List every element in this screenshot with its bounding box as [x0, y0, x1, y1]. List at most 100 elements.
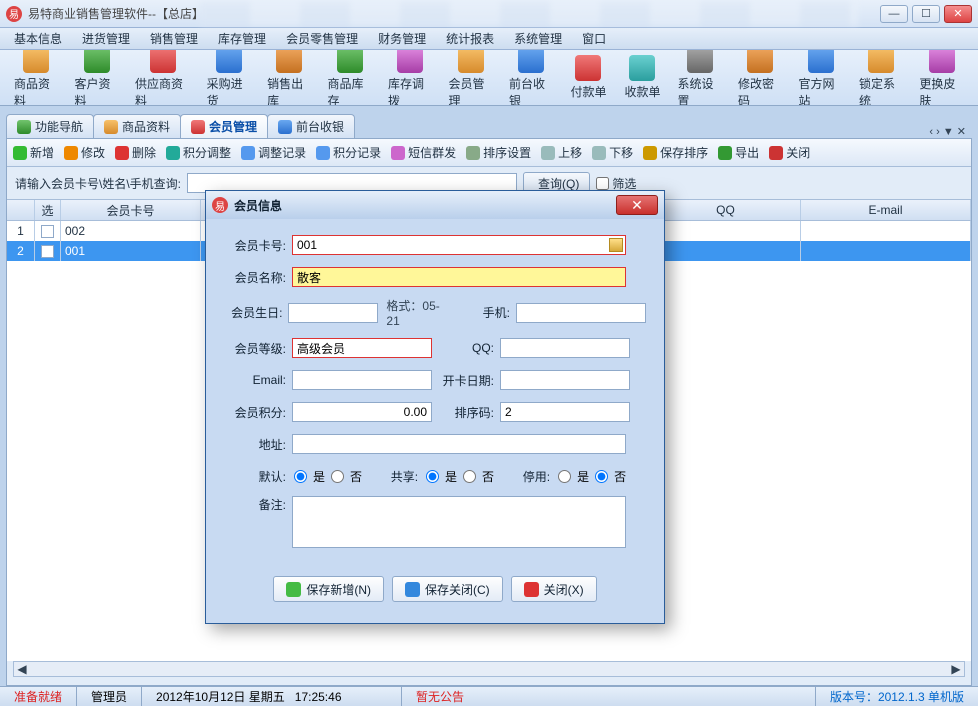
toolbar-button[interactable]: 付款单 [561, 53, 615, 102]
menu-item[interactable]: 进货管理 [72, 30, 140, 47]
row-checkbox-cell[interactable] [35, 241, 61, 261]
toolbar-icon [397, 50, 423, 73]
row-checkbox[interactable] [41, 245, 54, 258]
level-input[interactable] [292, 338, 432, 358]
toolbar-label: 商品资料 [14, 75, 58, 107]
close-button[interactable]: ✕ [944, 5, 972, 23]
name-label: 会员名称: [224, 269, 286, 286]
action-button[interactable]: 关闭 [769, 144, 810, 161]
close-dialog-button[interactable]: 关闭(X) [511, 576, 597, 602]
toolbar-button[interactable]: 会员管理 [441, 50, 501, 106]
birth-hint: 格式：05-21 [386, 297, 449, 328]
action-button[interactable]: 新增 [13, 144, 54, 161]
toolbar-icon [808, 50, 834, 73]
addr-input[interactable] [292, 434, 626, 454]
action-label: 积分记录 [333, 144, 381, 161]
disable-label: 停用: [494, 468, 550, 485]
toolbar-button[interactable]: 销售出库 [259, 50, 319, 106]
toolbar-button[interactable]: 更换皮肤 [911, 50, 971, 106]
menu-item[interactable]: 财务管理 [368, 30, 436, 47]
action-button[interactable]: 导出 [718, 144, 759, 161]
share-label: 共享: [362, 468, 418, 485]
card-input[interactable] [292, 235, 626, 255]
tab-nav-buttons[interactable]: ‹ › ▼ ✕ [923, 125, 972, 138]
name-input[interactable] [292, 267, 626, 287]
email-input[interactable] [292, 370, 432, 390]
default-no-radio[interactable] [331, 470, 344, 483]
action-button[interactable]: 修改 [64, 144, 105, 161]
menu-item[interactable]: 基本信息 [4, 30, 72, 47]
action-button[interactable]: 保存排序 [643, 144, 708, 161]
menu-item[interactable]: 销售管理 [140, 30, 208, 47]
toolbar-button[interactable]: 客户资料 [66, 50, 126, 106]
menu-item[interactable]: 会员零售管理 [276, 30, 368, 47]
action-button[interactable]: 积分记录 [316, 144, 381, 161]
row-checkbox-cell[interactable] [35, 221, 61, 241]
birth-input[interactable] [288, 303, 378, 323]
menu-item[interactable]: 统计报表 [436, 30, 504, 47]
disable-yes-radio[interactable] [558, 470, 571, 483]
toolbar-icon [23, 50, 49, 73]
tab[interactable]: 商品资料 [93, 114, 181, 138]
action-icon [769, 146, 783, 160]
toolbar-button[interactable]: 商品资料 [6, 50, 66, 106]
action-icon [241, 146, 255, 160]
action-button[interactable]: 删除 [115, 144, 156, 161]
share-no-radio[interactable] [463, 470, 476, 483]
points-input[interactable] [292, 402, 432, 422]
toolbar-button[interactable]: 采购进货 [199, 50, 259, 106]
toolbar-button[interactable]: 官方网站 [790, 50, 850, 106]
tab[interactable]: 会员管理 [180, 114, 268, 138]
default-yes-radio[interactable] [294, 470, 307, 483]
toolbar-icon [687, 50, 713, 73]
actionbar: 新增修改删除积分调整调整记录 积分记录短信群发排序设置上移下移保存排序导出关闭 [7, 139, 971, 167]
toolbar-button[interactable]: 锁定系统 [851, 50, 911, 106]
toolbar-button[interactable]: 供应商资料 [127, 50, 199, 106]
remark-input[interactable] [292, 496, 626, 548]
filter-checkbox-label[interactable]: 筛选 [596, 175, 636, 192]
minimize-button[interactable]: — [880, 5, 908, 23]
scroll-left-icon[interactable]: ◀ [14, 662, 30, 676]
qq-input[interactable] [500, 338, 630, 358]
app-icon: 易 [6, 6, 22, 22]
action-button[interactable]: 积分调整 [166, 144, 231, 161]
toolbar-button[interactable]: 前台收银 [501, 50, 561, 106]
open-input[interactable] [500, 370, 630, 390]
action-button[interactable]: 下移 [592, 144, 633, 161]
scroll-right-icon[interactable]: ▶ [948, 662, 964, 676]
toolbar-label: 更换皮肤 [919, 75, 963, 107]
qq-label: QQ: [438, 341, 494, 355]
action-button[interactable]: 调整记录 [241, 144, 306, 161]
action-button[interactable]: 短信群发 [391, 144, 456, 161]
menu-item[interactable]: 库存管理 [208, 30, 276, 47]
filter-checkbox[interactable] [596, 177, 609, 190]
edit-icon[interactable] [609, 238, 623, 252]
save-new-button[interactable]: 保存新增(N) [273, 576, 384, 602]
toolbar-label: 修改密码 [738, 75, 782, 107]
dialog-title: 会员信息 [234, 197, 616, 214]
action-button[interactable]: 排序设置 [466, 144, 531, 161]
toolbar-label: 前台收银 [509, 75, 553, 107]
save-close-button[interactable]: 保存关闭(C) [392, 576, 503, 602]
toolbar-button[interactable]: 修改密码 [730, 50, 790, 106]
row-checkbox[interactable] [41, 225, 54, 238]
toolbar-icon [150, 50, 176, 73]
dialog-close-button[interactable]: ✕ [616, 195, 658, 215]
toolbar-button[interactable]: 库存调拨 [380, 50, 440, 106]
tab[interactable]: 前台收银 [267, 114, 355, 138]
toolbar-button[interactable]: 商品库存 [320, 50, 380, 106]
share-yes-radio[interactable] [426, 470, 439, 483]
sort-input[interactable] [500, 402, 630, 422]
action-icon [115, 146, 129, 160]
menu-item[interactable]: 窗口 [572, 30, 616, 47]
tab[interactable]: 功能导航 [6, 114, 94, 138]
menu-item[interactable]: 系统管理 [504, 30, 572, 47]
toolbar-button[interactable]: 系统设置 [669, 50, 729, 106]
toolbar-button[interactable]: 收款单 [615, 53, 669, 102]
action-button[interactable]: 上移 [541, 144, 582, 161]
maximize-button[interactable]: ☐ [912, 5, 940, 23]
horizontal-scrollbar[interactable]: ◀ ▶ [13, 661, 965, 677]
toolbar-label: 锁定系统 [859, 75, 903, 107]
phone-input[interactable] [516, 303, 646, 323]
disable-no-radio[interactable] [595, 470, 608, 483]
